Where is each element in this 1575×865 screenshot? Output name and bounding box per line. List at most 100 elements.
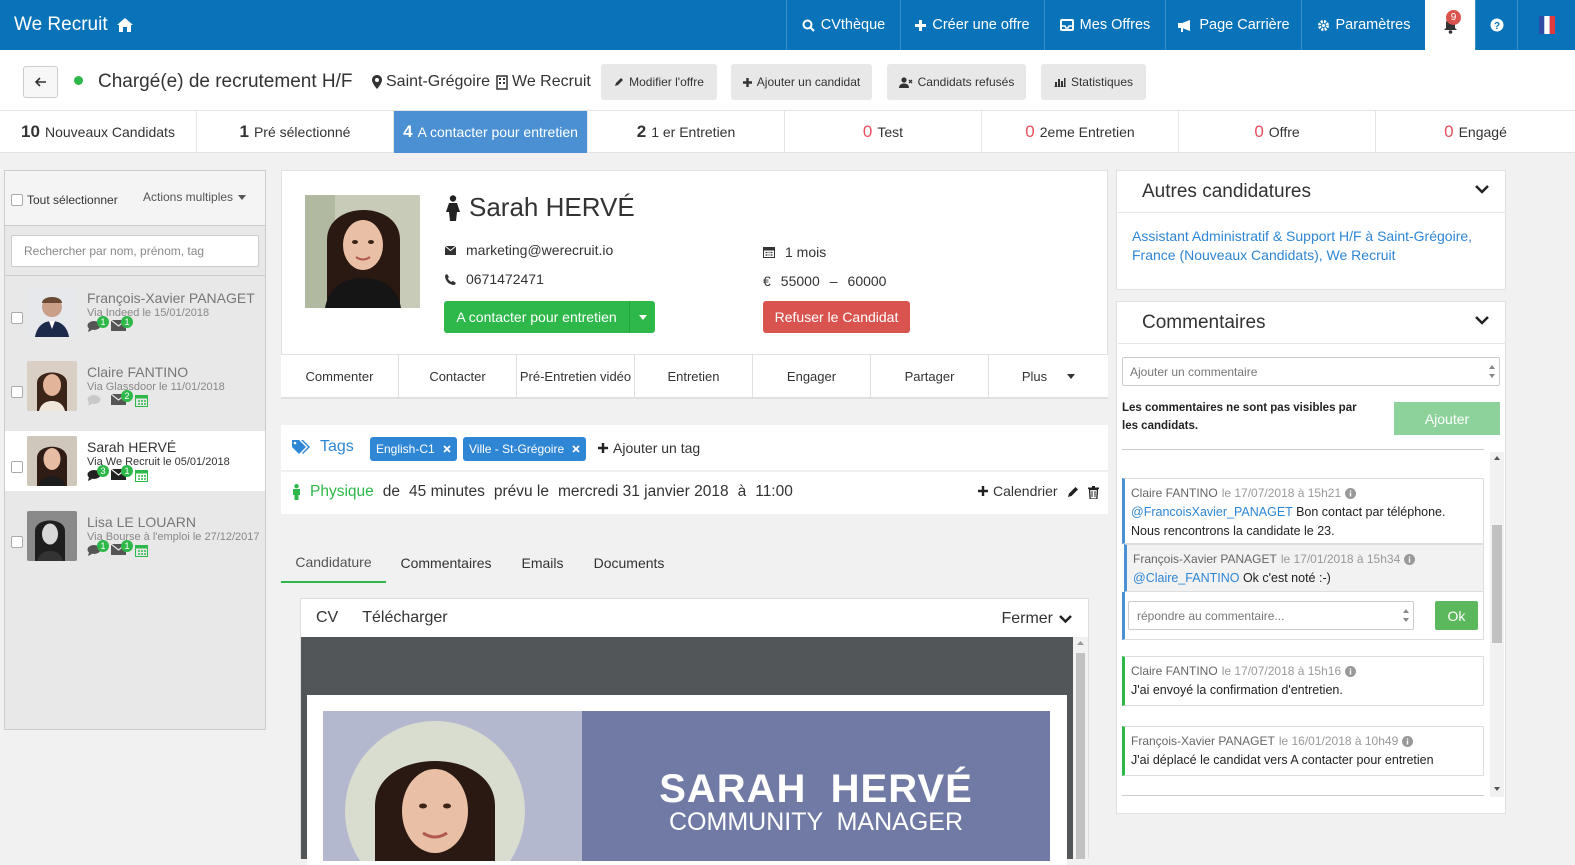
plus-icon	[598, 443, 608, 453]
back-button[interactable]	[23, 66, 58, 98]
candidate-checkbox[interactable]	[11, 386, 23, 398]
close-icon[interactable]	[443, 445, 451, 453]
candidate-checkbox[interactable]	[11, 312, 23, 324]
scroll-up-icon[interactable]	[1073, 637, 1088, 649]
divider	[5, 275, 265, 276]
pdf-scrollbar[interactable]	[1073, 637, 1088, 859]
cv-close-button[interactable]: Fermer	[1001, 610, 1072, 628]
tab-comments[interactable]: Commentaires	[389, 543, 503, 583]
avatar	[27, 436, 77, 486]
search-icon	[802, 19, 815, 32]
stage-count: 1	[239, 122, 249, 141]
tab-documents[interactable]: Documents	[583, 543, 675, 583]
chevron-down-icon[interactable]	[1475, 316, 1489, 325]
emails-count: 1	[121, 540, 133, 552]
phone-icon	[445, 273, 456, 285]
trash-icon[interactable]	[1088, 486, 1099, 499]
cv-close-label: Fermer	[1001, 610, 1053, 627]
salary-min: 55000	[780, 273, 820, 289]
close-icon[interactable]	[572, 445, 580, 453]
comment-header: François-Xavier PANAGET le 17/01/2018 à 1…	[1133, 550, 1477, 569]
nav-career-page[interactable]: Page Carrière	[1165, 0, 1301, 50]
comment-mention[interactable]: @Claire_FANTINO	[1133, 571, 1239, 585]
add-to-calendar-button[interactable]: Calendrier	[978, 483, 1058, 499]
reply-comment-input[interactable]: répondre au commentaire...	[1128, 601, 1414, 630]
calendar-icon	[135, 469, 151, 483]
chevron-down-icon[interactable]	[1475, 185, 1489, 194]
nav-my-offers[interactable]: Mes Offres	[1044, 0, 1165, 50]
add-comment-button[interactable]: Ajouter	[1394, 402, 1500, 435]
comment-date: le 16/01/2018 à 10h49	[1278, 734, 1399, 748]
job-company: We Recruit	[496, 73, 591, 91]
nav-settings[interactable]: Paramètres	[1301, 0, 1425, 50]
comments-title: Commentaires	[1142, 312, 1266, 333]
language-selector[interactable]	[1517, 0, 1575, 50]
candidate-email[interactable]: marketing@werecruit.io	[445, 242, 613, 258]
candidate-phone[interactable]: 0671472471	[445, 271, 544, 287]
share-action-button[interactable]: Partager	[871, 355, 989, 398]
pdf-preview[interactable]: SARAH HERVÉ COMMUNITY MANAGER	[301, 637, 1073, 865]
tag-chip[interactable]: Ville - St-Grégoire	[463, 437, 587, 461]
refused-candidates-button[interactable]: Candidats refusés	[887, 64, 1026, 100]
contact-action-button[interactable]: Contacter	[399, 355, 517, 398]
more-actions-dropdown[interactable]: Plus	[989, 355, 1108, 398]
other-application-link[interactable]: Assistant Administratif & Support H/F à …	[1132, 227, 1487, 265]
stage-test[interactable]: 0 Test	[785, 111, 982, 153]
hire-action-button[interactable]: Engager	[753, 355, 871, 398]
stage-offer[interactable]: 0 Offre	[1179, 111, 1376, 153]
stage-hired[interactable]: 0 Engagé	[1376, 111, 1575, 153]
brand-home-link[interactable]: We Recruit	[14, 0, 134, 50]
tag-chip[interactable]: English-C1	[370, 437, 457, 461]
stage-count: 0	[1025, 122, 1035, 141]
scroll-thumb[interactable]	[1492, 525, 1502, 643]
tab-emails[interactable]: Emails	[509, 543, 576, 583]
candidate-checkbox[interactable]	[11, 536, 23, 548]
candidate-list-item[interactable]: François-Xavier PANAGET Via Indeed le 15…	[5, 282, 265, 342]
add-comment-input[interactable]: Ajouter un commentaire	[1122, 357, 1500, 386]
statistics-button[interactable]: Statistiques	[1041, 64, 1146, 100]
candidate-checkbox[interactable]	[11, 461, 23, 473]
nav-settings-label: Paramètres	[1335, 17, 1411, 33]
stage-action-button[interactable]: A contacter pour entretien	[444, 301, 655, 333]
comments-scrollbar[interactable]	[1490, 452, 1504, 797]
notifications-button[interactable]: 9	[1425, 0, 1475, 50]
caret-down-icon[interactable]	[629, 301, 655, 333]
nav-cvtheque[interactable]: CVthèque	[786, 0, 900, 50]
refuse-candidate-button[interactable]: Refuser le Candidat	[763, 301, 910, 333]
candidate-name: Sarah HERVÉ	[87, 439, 177, 455]
edit-offer-button[interactable]: Modifier l'offre	[601, 64, 717, 100]
nav-create-offer[interactable]: Créer une offre	[900, 0, 1044, 50]
cv-download-link[interactable]: Télécharger	[362, 609, 447, 627]
select-all-checkbox[interactable]	[11, 194, 23, 206]
stage-to-contact[interactable]: 4A contacter pour entretien	[394, 111, 588, 153]
candidate-list-item-selected[interactable]: Sarah HERVÉ Via We Recruit le 05/01/2018…	[5, 431, 265, 491]
help-button[interactable]: ?	[1475, 0, 1517, 50]
candidate-search-input[interactable]: Rechercher par nom, prénom, tag	[11, 235, 259, 267]
stage-second-interview[interactable]: 0 2eme Entretien	[982, 111, 1179, 153]
comment-action-button[interactable]: Commenter	[281, 355, 399, 398]
envelope-icon: 2	[111, 390, 133, 408]
interview-time: 11:00	[755, 483, 793, 500]
video-preinterview-button[interactable]: Pré-Entretien vidéo	[517, 355, 635, 398]
stage-first-interview[interactable]: 21 er Entretien	[588, 111, 785, 153]
scroll-thumb[interactable]	[1076, 653, 1085, 859]
bulk-actions-dropdown[interactable]: Actions multiples	[143, 190, 247, 204]
scroll-up-icon[interactable]	[1490, 452, 1504, 464]
add-tag-button[interactable]: Ajouter un tag	[598, 440, 700, 456]
stage-new-candidates[interactable]: 10 Nouveaux Candidats	[0, 111, 197, 153]
comments-count: 3	[97, 465, 109, 477]
candidate-list-item[interactable]: Lisa LE LOUARN Via Bourse à l'emploi le …	[5, 506, 265, 566]
cv-label: CV	[316, 609, 339, 626]
info-icon	[1404, 554, 1416, 565]
candidate-list-item[interactable]: Claire FANTINO Via Glassdoor le 11/01/20…	[5, 356, 265, 416]
comment-mention[interactable]: @FrancoisXavier_PANAGET	[1131, 505, 1293, 519]
stage-preselected[interactable]: 1 Pré sélectionné	[197, 111, 394, 153]
add-candidate-button[interactable]: Ajouter un candidat	[731, 64, 872, 100]
availability-text: 1 mois	[785, 244, 827, 260]
pencil-icon[interactable]	[1067, 486, 1079, 498]
tab-application[interactable]: Candidature	[281, 543, 386, 583]
scroll-down-icon[interactable]	[1490, 783, 1504, 795]
stage-count: 4	[403, 122, 413, 141]
reply-ok-button[interactable]: Ok	[1435, 601, 1478, 630]
interview-action-button[interactable]: Entretien	[635, 355, 753, 398]
